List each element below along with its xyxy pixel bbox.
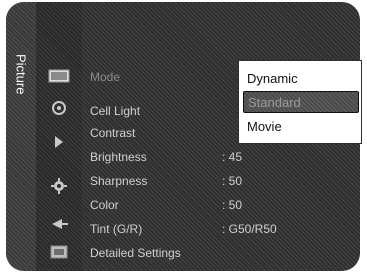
channel-icon[interactable]: [48, 134, 70, 150]
menu-item-sharpness[interactable]: Sharpness : 50: [90, 172, 242, 190]
menu-item-color[interactable]: Color : 50: [90, 196, 242, 214]
mode-option-standard[interactable]: Standard: [243, 91, 359, 113]
side-tab: [6, 2, 36, 271]
mode-option-movie[interactable]: Movie: [243, 115, 359, 137]
sound-icon[interactable]: [48, 100, 70, 116]
menu-item-brightness[interactable]: Brightness : 45: [90, 148, 242, 166]
picture-icon[interactable]: [48, 68, 70, 84]
menu-item-mode[interactable]: Mode: [90, 68, 222, 86]
input-icon[interactable]: [48, 216, 70, 232]
mode-option-dynamic[interactable]: Dynamic: [243, 67, 359, 89]
side-tab-label: Picture: [13, 53, 29, 95]
mode-dropdown[interactable]: Dynamic Standard Movie: [238, 60, 362, 144]
setup-icon[interactable]: [48, 178, 70, 194]
menu-item-cell-light[interactable]: Cell Light: [90, 102, 222, 120]
icon-column: [36, 2, 82, 271]
menu-item-tint[interactable]: Tint (G/R) : G50/R50: [90, 220, 277, 238]
menu-item-contrast[interactable]: Contrast: [90, 124, 222, 142]
menu-item-detailed-settings[interactable]: Detailed Settings: [90, 244, 222, 262]
application-icon[interactable]: [48, 244, 70, 260]
